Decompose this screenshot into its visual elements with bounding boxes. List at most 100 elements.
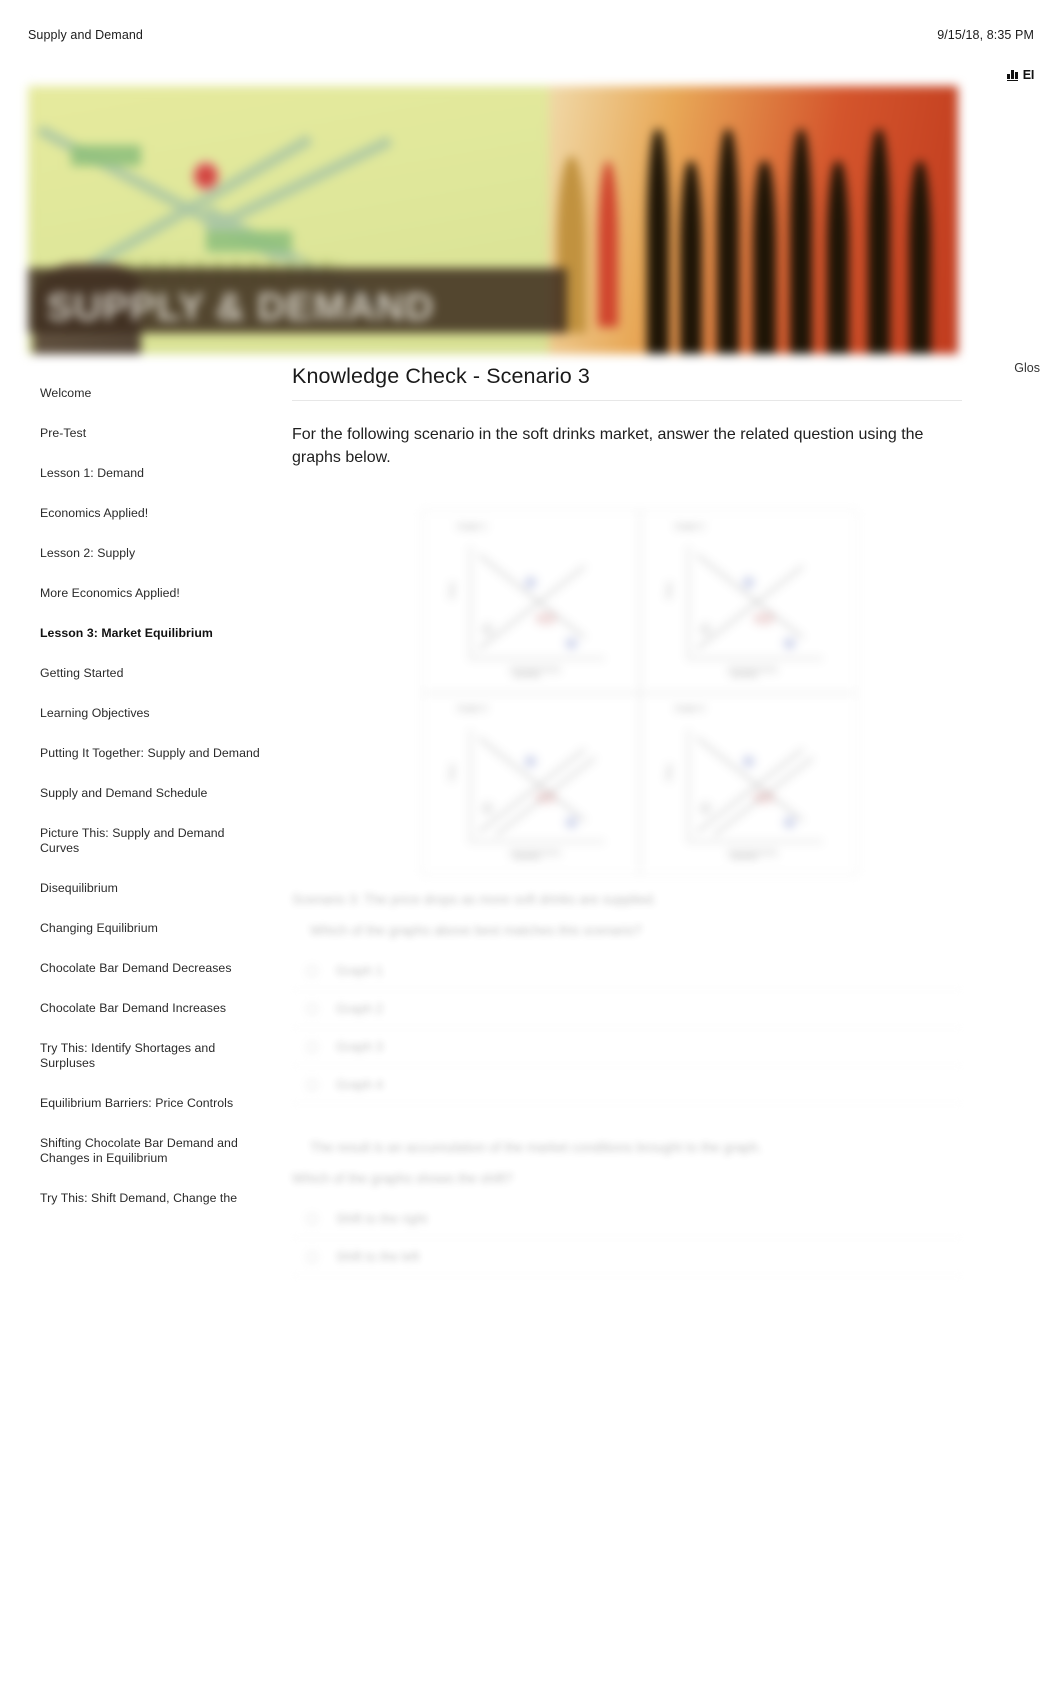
x-axis-ticks [726,666,779,674]
quiz-spacer [292,1104,962,1138]
graph-title: Graph 1 [457,521,487,531]
sidebar-item-supply-and-demand-schedule[interactable]: Supply and Demand Schedule [28,786,278,801]
graph-2: Graph 2 Price Quantity [639,510,857,693]
y-axis-label: Price [666,764,674,781]
banner-equilibrium-dot [192,161,219,192]
banner-title: SUPPLY & DEMAND [46,285,435,329]
banner-bar [71,144,142,167]
sidebar-item-lesson-1-demand[interactable]: Lesson 1: Demand [28,466,278,481]
banner-figure [679,161,702,354]
demand-curve [695,554,803,639]
option-row[interactable]: Graph 2 [292,990,962,1028]
title-divider [292,400,962,401]
data-point [698,622,712,636]
data-point [698,801,712,815]
x-axis-ticks [509,848,561,856]
banner-figure [827,161,850,354]
sidebar-item-lesson-3-market-equilibrium[interactable]: Lesson 3: Market Equilibrium [28,626,278,641]
followup-text: The result is an accumulation of the mar… [310,1140,762,1155]
radio-icon[interactable] [306,1078,318,1091]
course-sidebar-nav[interactable]: Welcome Pre-Test Lesson 1: Demand Econom… [28,386,278,1306]
y-axis-label: Price [449,764,457,781]
x-axis [687,840,822,842]
sidebar-item-changing-equilibrium[interactable]: Changing Equilibrium [28,921,278,936]
question-1-text: Which of the graphs above best matches t… [310,923,642,938]
radio-icon[interactable] [306,1002,318,1015]
graph-3: Graph 3 Price Quantity [422,692,640,875]
sidebar-item-lesson-2-supply[interactable]: Lesson 2: Supply [28,546,278,561]
equilibrium-point [535,612,558,626]
sidebar-item-try-this-shortages-surpluses[interactable]: Try This: Identify Shortages and Surplus… [28,1041,278,1071]
course-banner-image: SUPPLY & DEMAND [28,86,958,354]
option-label: Shift to the right [336,1211,428,1226]
data-point [741,754,755,768]
intro-paragraph: For the following scenario in the soft d… [292,426,924,466]
sidebar-item-chocolate-bar-demand-increases[interactable]: Chocolate Bar Demand Increases [28,1001,278,1016]
data-point [524,754,538,768]
sidebar-item-chocolate-bar-demand-decreases[interactable]: Chocolate Bar Demand Decreases [28,961,278,976]
radio-icon[interactable] [306,1212,318,1225]
radio-icon[interactable] [306,1250,318,1263]
question-2-text: Which of the graphs shows the shift? [292,1171,513,1186]
sidebar-item-learning-objectives[interactable]: Learning Objectives [28,706,278,721]
option-row[interactable]: Shift to the right [292,1200,962,1238]
banner-figure [597,161,619,328]
print-header: Supply and Demand 9/15/18, 8:35 PM [0,24,1062,46]
option-row[interactable]: Graph 1 [292,952,962,990]
sidebar-item-pre-test[interactable]: Pre-Test [28,426,278,441]
radio-icon[interactable] [306,964,318,977]
sidebar-item-shifting-chocolate-bar-demand[interactable]: Shifting Chocolate Bar Demand and Change… [28,1136,278,1166]
equilibrium-point [752,612,775,626]
option-row[interactable]: Shift to the left [292,1238,962,1276]
y-axis [687,547,689,659]
graph-title: Graph 4 [674,704,704,714]
document-title: Supply and Demand [28,28,143,42]
graph-title: Graph 2 [674,521,704,531]
radio-icon[interactable] [306,1040,318,1053]
equilibrium-point [752,790,775,804]
toolbar[interactable]: EI [1007,68,1034,82]
banner-figure [790,128,813,354]
main-content: Knowledge Check - Scenario 3 For the fol… [292,362,962,1276]
x-axis [470,840,605,842]
banner-right-panel [548,86,958,354]
data-point [524,575,538,589]
option-label: Graph 3 [336,1039,383,1054]
option-row[interactable]: Graph 3 [292,1028,962,1066]
sidebar-item-welcome[interactable]: Welcome [28,386,278,401]
demand-curve [478,554,585,639]
x-axis [687,658,822,660]
banner-figure [867,128,891,354]
page-root: Supply and Demand 9/15/18, 8:35 PM EI SU… [0,0,1062,1686]
sidebar-item-putting-it-together[interactable]: Putting It Together: Supply and Demand [28,746,278,761]
knowledge-check-quiz[interactable]: Scenario 3: The price drops as more soft… [292,890,962,1276]
data-point [481,801,495,815]
option-label: Graph 1 [336,963,383,978]
graph-title: Graph 3 [457,704,487,714]
banner-figure [753,161,776,354]
sidebar-item-getting-started[interactable]: Getting Started [28,666,278,681]
option-row[interactable]: Graph 4 [292,1066,962,1104]
data-point [741,575,755,589]
sidebar-item-disequilibrium[interactable]: Disequilibrium [28,881,278,896]
equilibrium-point [535,790,558,804]
sidebar-item-economics-applied[interactable]: Economics Applied! [28,506,278,521]
x-axis [470,658,605,660]
glossary-link[interactable]: Glos [1014,361,1040,375]
bar-chart-icon[interactable] [1007,69,1018,81]
sidebar-item-more-economics-applied[interactable]: More Economics Applied! [28,586,278,601]
option-label: Graph 4 [336,1077,383,1092]
graph-4: Graph 4 Price Quantity [639,692,857,875]
banner-bar [205,230,293,253]
y-axis [470,547,472,659]
data-point [481,622,495,636]
data-point [565,816,579,830]
sidebar-item-equilibrium-barriers-price-controls[interactable]: Equilibrium Barriers: Price Controls [28,1096,278,1111]
x-axis-ticks [509,666,561,674]
supply-demand-graph-grid: Graph 1 Price Quantity Graph 2 Price Qua… [422,510,857,875]
sidebar-item-picture-this-curves[interactable]: Picture This: Supply and Demand Curves [28,826,278,856]
banner-figure [716,128,739,354]
sidebar-item-try-this-shift-demand[interactable]: Try This: Shift Demand, Change the [28,1191,278,1206]
document-timestamp: 9/15/18, 8:35 PM [937,28,1034,42]
graph-1: Graph 1 Price Quantity [422,510,640,693]
